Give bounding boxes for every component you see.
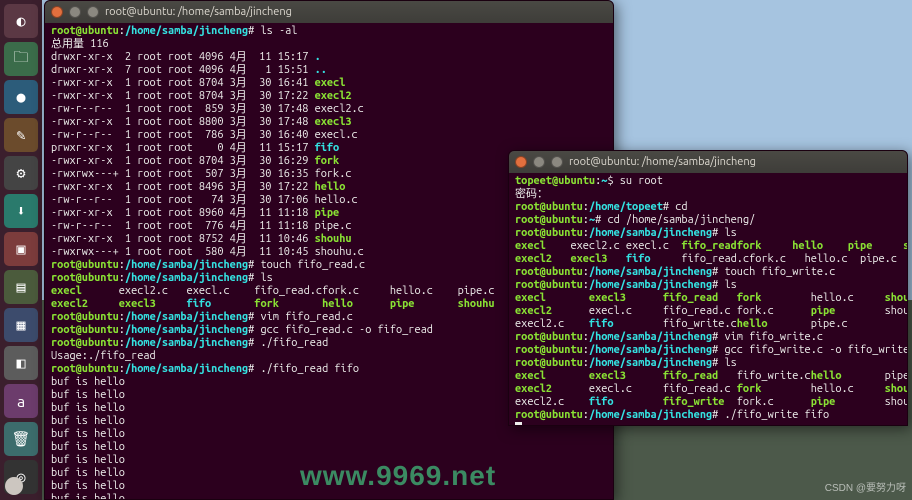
launcher-photos-icon[interactable]: ◧ xyxy=(4,346,38,380)
launcher-dash-icon[interactable]: ◐ xyxy=(4,4,38,38)
show-desktop-icon[interactable] xyxy=(5,477,23,495)
maximize-icon[interactable] xyxy=(87,6,99,18)
launcher-writer-icon[interactable]: ✎ xyxy=(4,118,38,152)
close-icon[interactable] xyxy=(515,156,527,168)
launcher-amazon-icon[interactable]: a xyxy=(4,384,38,418)
minimize-icon[interactable] xyxy=(69,6,81,18)
launcher-editor-icon[interactable]: ▤ xyxy=(4,270,38,304)
watermark-text: www.9969.net xyxy=(300,460,496,492)
titlebar-left[interactable]: root@ubuntu: /home/samba/jincheng xyxy=(45,1,613,23)
close-icon[interactable] xyxy=(51,6,63,18)
launcher-firefox-icon[interactable]: ● xyxy=(4,80,38,114)
corner-watermark: CSDN @要努力呀 xyxy=(825,479,906,494)
launcher-trash-icon[interactable]: 🗑 xyxy=(4,422,38,456)
launcher-calc-icon[interactable]: ▦ xyxy=(4,308,38,342)
window-title: root@ubuntu: /home/samba/jincheng xyxy=(105,6,292,18)
window-title: root@ubuntu: /home/samba/jincheng xyxy=(569,156,756,168)
launcher-files-icon[interactable]: 🗀 xyxy=(4,42,38,76)
maximize-icon[interactable] xyxy=(551,156,563,168)
launcher-terminal-icon[interactable]: ▣ xyxy=(4,232,38,266)
titlebar-right[interactable]: root@ubuntu: /home/samba/jincheng xyxy=(509,151,907,173)
terminal-window-right[interactable]: root@ubuntu: /home/samba/jincheng topeet… xyxy=(508,150,908,426)
terminal-content-right[interactable]: topeet@ubuntu:~$ su root密码：root@ubuntu:/… xyxy=(509,173,907,426)
minimize-icon[interactable] xyxy=(533,156,545,168)
launcher-settings-icon[interactable]: ⚙ xyxy=(4,156,38,190)
unity-launcher[interactable]: ◐ 🗀 ● ✎ ⚙ ⬇ ▣ ▤ ▦ ◧ a 🗑 ◎ xyxy=(0,0,42,500)
launcher-software-icon[interactable]: ⬇ xyxy=(4,194,38,228)
